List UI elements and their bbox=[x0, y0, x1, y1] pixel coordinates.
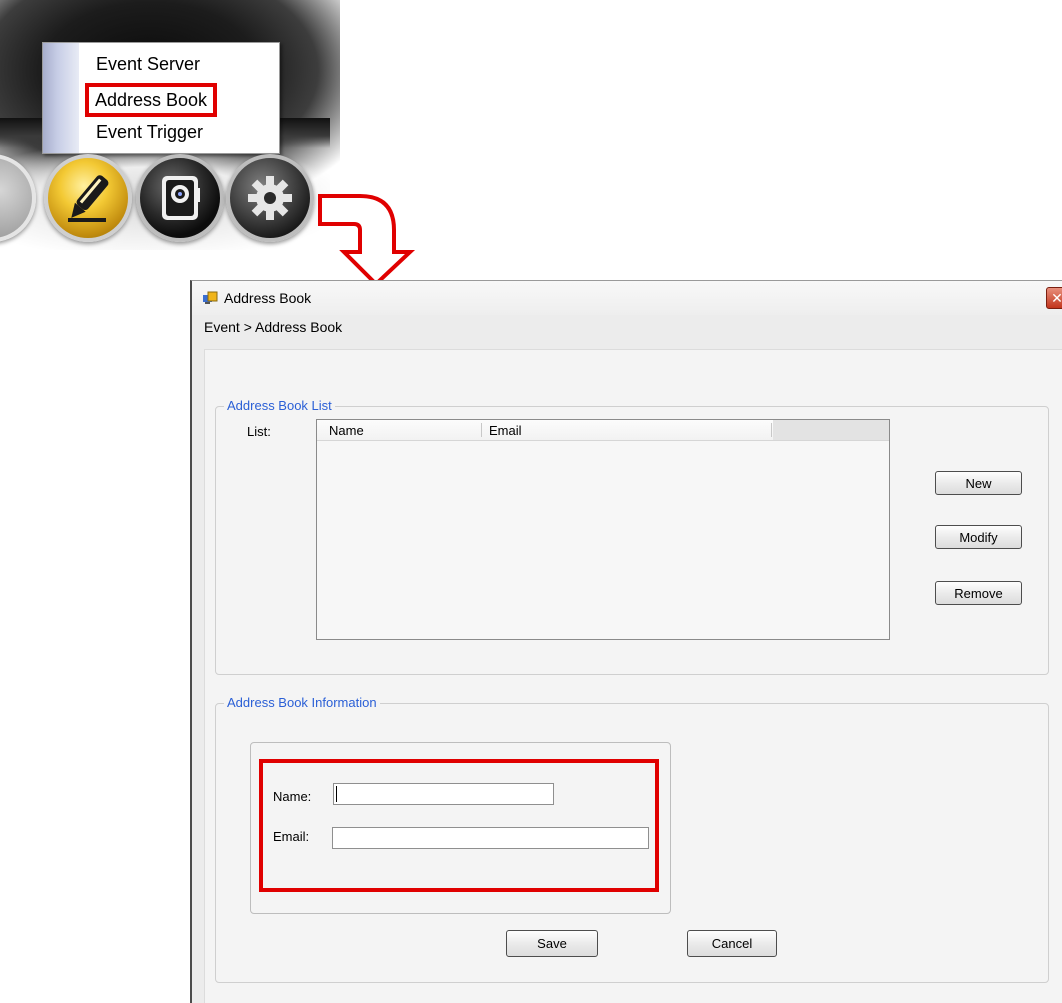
name-label: Name: bbox=[273, 789, 312, 804]
column-separator[interactable] bbox=[481, 423, 482, 437]
name-input[interactable] bbox=[333, 783, 554, 805]
event-toolbar-button[interactable] bbox=[44, 154, 132, 242]
header-filler bbox=[773, 420, 889, 440]
title-bar: Address Book ✕ bbox=[192, 281, 1062, 315]
red-highlight-frame bbox=[259, 759, 659, 892]
menu-item-address-book[interactable]: Address Book bbox=[85, 83, 218, 117]
text-caret bbox=[336, 786, 337, 802]
camera-icon bbox=[162, 176, 200, 220]
close-icon: ✕ bbox=[1051, 290, 1062, 306]
new-button[interactable]: New bbox=[935, 471, 1022, 495]
cancel-button[interactable]: Cancel bbox=[687, 930, 777, 957]
red-arrow-annotation bbox=[318, 194, 416, 287]
group-legend-list: Address Book List bbox=[224, 398, 335, 413]
menu-stripe bbox=[43, 43, 79, 153]
email-input[interactable] bbox=[332, 827, 649, 849]
column-header-email[interactable]: Email bbox=[489, 423, 522, 438]
address-list-view[interactable]: Name Email bbox=[316, 419, 890, 640]
menu-item-event-trigger[interactable]: Event Trigger bbox=[96, 121, 203, 143]
camera-toolbar-button[interactable] bbox=[136, 154, 224, 242]
list-label: List: bbox=[247, 424, 271, 439]
menu-item-event-server[interactable]: Event Server bbox=[96, 53, 200, 75]
pencil-icon bbox=[68, 175, 109, 222]
remove-button[interactable]: Remove bbox=[935, 581, 1022, 605]
modify-button[interactable]: Modify bbox=[935, 525, 1022, 549]
save-button[interactable]: Save bbox=[506, 930, 598, 957]
settings-toolbar-button[interactable] bbox=[226, 154, 314, 242]
gear-icon bbox=[248, 176, 292, 220]
breadcrumb: Event > Address Book bbox=[204, 319, 343, 335]
close-button[interactable]: ✕ bbox=[1046, 287, 1062, 309]
list-header: Name Email bbox=[317, 420, 889, 441]
app-icon bbox=[203, 291, 218, 304]
email-label: Email: bbox=[273, 829, 310, 844]
column-separator[interactable] bbox=[771, 423, 772, 437]
column-header-name[interactable]: Name bbox=[329, 423, 364, 438]
group-legend-information: Address Book Information bbox=[224, 695, 380, 710]
window-title: Address Book bbox=[224, 290, 312, 306]
